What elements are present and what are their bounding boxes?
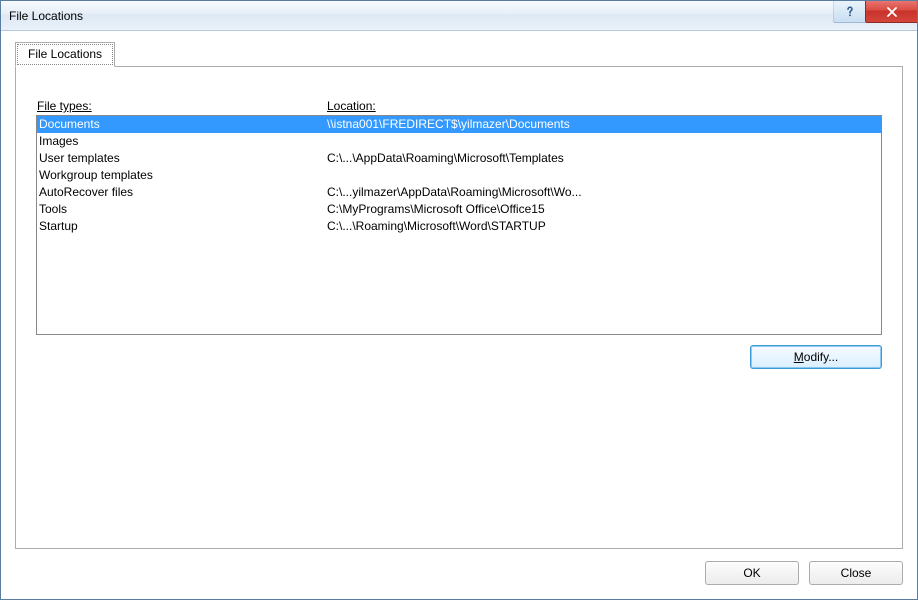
cell-location: C:\MyPrograms\Microsoft Office\Office15 [327,201,881,218]
cell-location: C:\...\AppData\Roaming\Microsoft\Templat… [327,150,881,167]
column-headers: File types: Location: [36,99,882,113]
cell-file-type: AutoRecover files [39,184,327,201]
column-header-file-types: File types: [37,99,327,113]
tab-panel: File types: Location: Documents\\istna00… [15,66,903,549]
list-row[interactable]: User templatesC:\...\AppData\Roaming\Mic… [37,150,881,167]
modify-button-label: Modify... [794,350,838,364]
tab-strip: File Locations [15,41,903,66]
list-row[interactable]: ToolsC:\MyPrograms\Microsoft Office\Offi… [37,201,881,218]
list-row[interactable]: Documents\\istna001\FREDIRECT$\yilmazer\… [37,116,881,133]
cell-location [327,167,881,184]
cell-location: C:\...\Roaming\Microsoft\Word\STARTUP [327,218,881,235]
cell-location [327,133,881,150]
modify-row: Modify... [36,345,882,369]
cell-file-type: Images [39,133,327,150]
column-header-location: Location: [327,99,882,113]
dialog-body: File Locations File types: Location: Doc… [1,31,917,599]
list-row[interactable]: AutoRecover filesC:\...yilmazer\AppData\… [37,184,881,201]
list-row[interactable]: Workgroup templates [37,167,881,184]
close-window-button[interactable] [865,1,917,23]
close-button[interactable]: Close [809,561,903,585]
dialog-buttons: OK Close [15,561,903,585]
close-icon [886,7,898,17]
window-title: File Locations [9,9,83,23]
dialog-window: File Locations File Locations Fi [0,0,918,600]
list-row[interactable]: StartupC:\...\Roaming\Microsoft\Word\STA… [37,218,881,235]
cell-file-type: User templates [39,150,327,167]
titlebar-buttons [833,1,917,23]
file-locations-listbox[interactable]: Documents\\istna001\FREDIRECT$\yilmazer\… [36,115,882,335]
cell-file-type: Documents [39,116,327,133]
help-button[interactable] [833,1,865,23]
ok-button[interactable]: OK [705,561,799,585]
cell-file-type: Tools [39,201,327,218]
tab-file-locations[interactable]: File Locations [15,42,115,67]
titlebar: File Locations [1,1,917,31]
cell-file-type: Workgroup templates [39,167,327,184]
modify-button[interactable]: Modify... [750,345,882,369]
help-icon [844,6,856,18]
list-row[interactable]: Images [37,133,881,150]
cell-location: \\istna001\FREDIRECT$\yilmazer\Documents [327,116,881,133]
tab-area: File Locations File types: Location: Doc… [15,41,903,549]
cell-file-type: Startup [39,218,327,235]
cell-location: C:\...yilmazer\AppData\Roaming\Microsoft… [327,184,881,201]
